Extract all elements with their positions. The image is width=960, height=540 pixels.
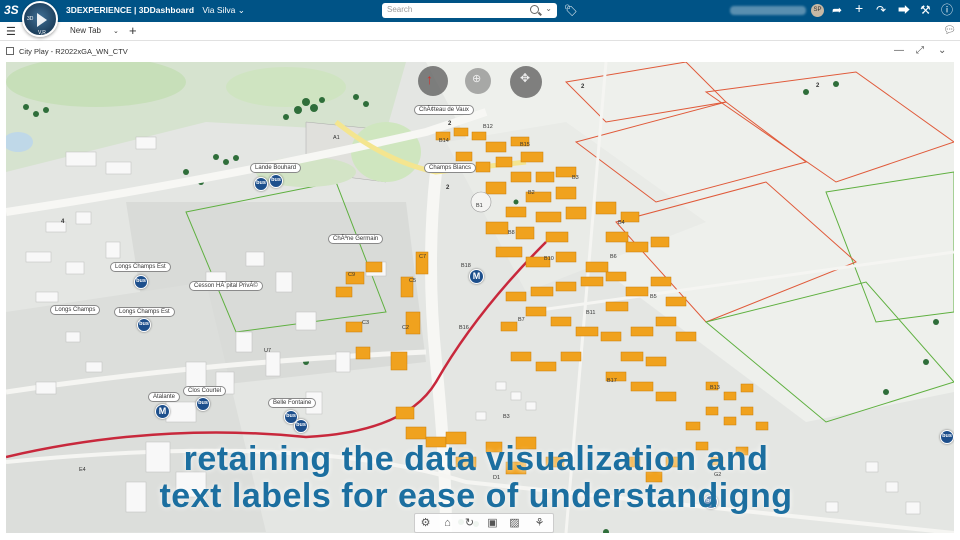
- refresh-icon[interactable]: ↻: [462, 516, 477, 531]
- bus-stop-icon[interactable]: bus: [269, 174, 283, 188]
- search-icon[interactable]: [530, 5, 539, 14]
- block-id: A1: [333, 135, 340, 141]
- block-id: B11: [586, 310, 596, 316]
- caption-line-1: retaining the data visualization and: [183, 440, 769, 478]
- minimize-icon[interactable]: —: [894, 45, 904, 56]
- app-brand: 3DEXPERIENCE | 3DDashboard Via Silva ⌄: [66, 5, 245, 16]
- block-id: B8: [508, 230, 515, 236]
- block-id: B16: [459, 325, 469, 331]
- move-icon: ✥: [520, 71, 531, 85]
- block-id: B3: [503, 414, 510, 420]
- north-arrow-icon: ↑: [426, 71, 433, 87]
- block-id: B3: [572, 175, 579, 181]
- tools-icon[interactable]: ⚒: [920, 3, 931, 17]
- gallery-icon[interactable]: ▨: [507, 516, 522, 531]
- map-toolbar: ⚙ ⌂ ↻ ▣ ▨ ⚘: [414, 513, 554, 533]
- ds-logo: 3S: [4, 3, 19, 17]
- search-options-icon[interactable]: ⌄: [545, 4, 552, 13]
- road-number: 2: [581, 84, 585, 90]
- forward-icon[interactable]: ↷: [876, 3, 886, 17]
- top-bar: 3S 3DEXPERIENCE | 3DDashboard Via Silva …: [0, 0, 960, 22]
- block-id: B14: [439, 138, 449, 144]
- block-id: C3: [362, 320, 370, 326]
- block-id: C7: [419, 254, 427, 260]
- place-label[interactable]: Belle Fontaine: [268, 398, 317, 408]
- chat-icon[interactable]: 💬︎: [943, 25, 956, 36]
- road-number: 4: [61, 219, 65, 225]
- bus-stop-icon[interactable]: bus: [196, 397, 210, 411]
- help-icon[interactable]: ⓘ: [941, 3, 953, 17]
- block-id: B10: [544, 256, 554, 262]
- share-icon[interactable]: ➦: [832, 3, 842, 17]
- metro-station-icon[interactable]: M: [469, 269, 484, 284]
- block-id: B17: [607, 378, 617, 384]
- road-number: 2: [446, 185, 450, 191]
- place-label[interactable]: Clos Courtel: [183, 386, 227, 396]
- map-view[interactable]: ↑ ⊕ ✥ ChÃ¢teau de Vaux Champs Blancs Lan…: [6, 62, 954, 533]
- bus-stop-icon[interactable]: bus: [134, 275, 148, 289]
- avatar[interactable]: SP: [811, 4, 824, 17]
- block-id: C2: [402, 325, 410, 331]
- block-id: B18: [461, 263, 471, 269]
- place-label[interactable]: Champs Blancs: [424, 163, 477, 173]
- tab-label: New Tab: [70, 26, 101, 35]
- compass-control[interactable]: [418, 66, 448, 96]
- block-id: U7: [264, 348, 272, 354]
- tag-icon[interactable]: 🏷︎: [564, 4, 578, 17]
- app-title: 3DEXPERIENCE | 3DDashboard: [66, 5, 195, 15]
- tab-bar: ☰ New Tab ⌄ + 💬︎: [0, 22, 960, 41]
- place-label[interactable]: Lande Bouhard: [250, 163, 302, 173]
- widget-header: City Play - R2022xGA_WN_CTV — ⤢ ⌄: [0, 42, 960, 62]
- place-label[interactable]: Longs Champs Est: [110, 262, 171, 272]
- home-icon[interactable]: ⌂: [440, 516, 455, 531]
- place-label[interactable]: Longs Champs: [50, 305, 101, 315]
- bus-stop-icon[interactable]: bus: [254, 177, 268, 191]
- search-bar[interactable]: Search ⌄: [382, 3, 557, 18]
- block-id: B2: [528, 190, 535, 196]
- image-icon[interactable]: ▣: [485, 516, 500, 531]
- search-input[interactable]: Search: [387, 5, 412, 14]
- bus-stop-icon[interactable]: bus: [294, 419, 308, 433]
- menu-icon[interactable]: ☰: [6, 25, 16, 38]
- bus-stop-icon[interactable]: bus: [137, 318, 151, 332]
- block-id: B7: [518, 317, 525, 323]
- block-id: B13: [710, 385, 720, 391]
- caption-line-2: text labels for ease of understandigng: [159, 477, 793, 515]
- block-id: B5: [650, 294, 657, 300]
- place-label[interactable]: ChÃ¢teau de Vaux: [414, 105, 474, 115]
- place-label[interactable]: Atalante: [148, 392, 181, 402]
- block-id: B4: [618, 220, 625, 226]
- settings-icon[interactable]: ⚘: [532, 516, 547, 531]
- block-id: C5: [409, 278, 417, 284]
- add-icon[interactable]: +: [855, 1, 863, 15]
- block-id: C9: [348, 272, 356, 278]
- chevron-down-icon[interactable]: ⌄: [238, 5, 245, 15]
- network-icon[interactable]: ⮕: [898, 3, 910, 17]
- metro-station-icon[interactable]: M: [155, 404, 170, 419]
- chevron-down-icon[interactable]: ⌄: [113, 28, 119, 35]
- block-id: B6: [610, 254, 617, 260]
- block-id: B15: [520, 142, 530, 148]
- road-number: 2: [448, 121, 452, 127]
- place-label[interactable]: Cesson HÃ´pital PrivÃ©: [189, 281, 263, 291]
- bus-stop-icon[interactable]: bus: [940, 430, 954, 444]
- zoom-icon: ⊕: [472, 73, 482, 85]
- widget-title: City Play - R2022xGA_WN_CTV: [19, 47, 128, 56]
- collaborative-space[interactable]: Via Silva: [202, 5, 235, 15]
- tab-new-tab[interactable]: New Tab ⌄: [70, 26, 119, 35]
- widget-icon: [6, 47, 14, 55]
- block-id: B1: [476, 203, 483, 209]
- user-name[interactable]: [730, 6, 806, 15]
- chevron-down-icon[interactable]: ⌄: [938, 45, 946, 56]
- road-number: 2: [816, 83, 820, 89]
- compass-icon[interactable]: 3D V,R: [22, 1, 58, 37]
- maximize-icon[interactable]: ⤢: [916, 45, 924, 56]
- place-label[interactable]: Longs Champs Est: [114, 307, 175, 317]
- place-label[interactable]: ChÃªne Germain: [328, 234, 384, 244]
- add-tab-button[interactable]: +: [129, 23, 137, 38]
- layers-icon[interactable]: ⚙: [418, 516, 433, 531]
- block-id: E4: [79, 467, 86, 473]
- block-id: B12: [483, 124, 493, 130]
